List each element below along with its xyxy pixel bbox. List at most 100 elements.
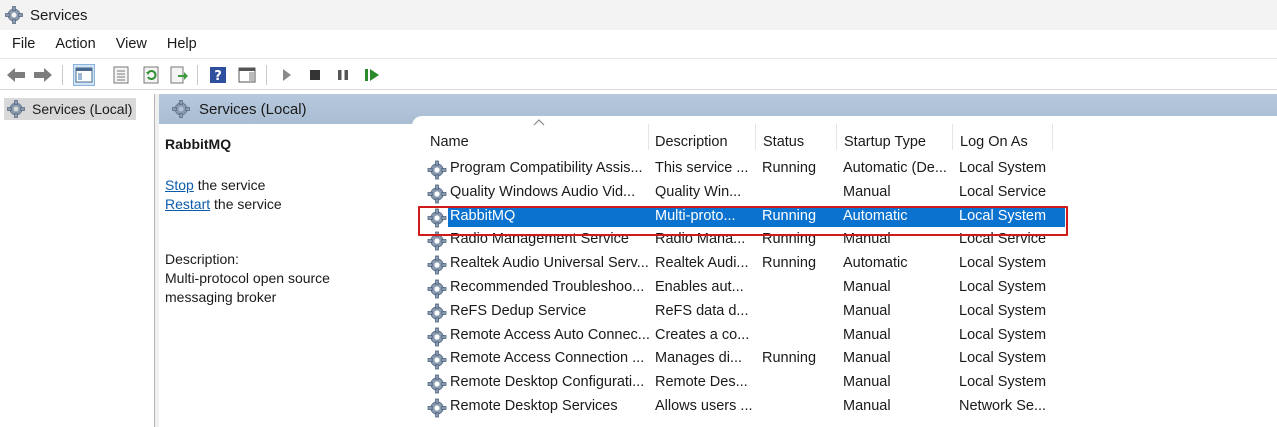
- table-row[interactable]: Remote Access Connection ... Manages di..…: [426, 348, 1066, 372]
- export-list-icon[interactable]: [168, 64, 190, 86]
- column-divider[interactable]: [1052, 124, 1053, 150]
- service-name-cell: Remote Desktop Configurati...: [450, 374, 645, 391]
- menu-action[interactable]: Action: [55, 36, 95, 52]
- service-description-cell: ReFS data d...: [655, 302, 749, 319]
- forward-arrow-icon[interactable]: [32, 64, 54, 86]
- stop-service-icon[interactable]: [304, 64, 326, 86]
- service-name-cell: Remote Desktop Services: [450, 398, 618, 414]
- service-description-cell: Remote Des...: [655, 374, 748, 391]
- service-name-cell: ReFS Dedup Service: [450, 302, 587, 319]
- service-logon-cell: Local System: [959, 279, 1047, 295]
- service-startup-type-cell: Automatic: [843, 255, 908, 272]
- service-logon-cell: Network Se...: [959, 398, 1047, 414]
- table-row[interactable]: Recommended Troubleshoo... Enables aut...…: [426, 277, 1066, 301]
- column-divider[interactable]: [755, 124, 756, 150]
- show-action-pane-icon[interactable]: [236, 64, 258, 86]
- restart-service-link[interactable]: Restart: [165, 196, 210, 212]
- service-description-cell: Allows users ...: [655, 398, 753, 414]
- pane-header-title: Services (Local): [199, 100, 307, 118]
- restart-service-icon[interactable]: [361, 64, 383, 86]
- service-description-cell: Quality Win...: [655, 183, 742, 200]
- restart-service-suffix: the service: [210, 196, 282, 212]
- toolbar-separator: [266, 65, 267, 85]
- table-row[interactable]: Realtek Audio Universal Serv... Realtek A…: [426, 253, 1066, 277]
- tree-item-label: Services (Local): [32, 101, 133, 117]
- service-gear-icon: [427, 350, 447, 370]
- service-gear-icon: [427, 255, 447, 275]
- menu-file[interactable]: File: [12, 36, 35, 52]
- back-arrow-icon[interactable]: [5, 64, 27, 86]
- restart-service-line: Restart the service: [165, 196, 282, 212]
- service-gear-icon: [427, 279, 447, 299]
- service-logon-cell: Local System: [959, 160, 1047, 176]
- service-status-cell: Running: [762, 160, 817, 176]
- service-startup-type-cell: Automatic (De...: [843, 160, 947, 176]
- menu-help[interactable]: Help: [167, 36, 197, 52]
- description-text-line1: Multi-protocol open source: [165, 270, 330, 286]
- service-gear-icon: [427, 327, 447, 346]
- service-startup-type-cell: Manual: [843, 398, 891, 414]
- show-hide-console-tree-icon[interactable]: [73, 64, 95, 86]
- service-gear-icon: [427, 160, 447, 180]
- service-description-cell: Realtek Audi...: [655, 255, 749, 272]
- console-tree: Services (Local): [0, 94, 155, 427]
- toolbar-separator: [62, 65, 63, 85]
- service-description-cell: This service ...: [655, 160, 749, 176]
- column-divider[interactable]: [648, 124, 649, 150]
- table-row[interactable]: Remote Desktop Services Allows users ... M…: [426, 396, 1066, 420]
- selected-service-name: RabbitMQ: [165, 136, 232, 152]
- service-logon-cell: Local System: [959, 374, 1047, 391]
- services-list: Name Description Status Startup Type Log…: [412, 116, 1277, 427]
- table-row[interactable]: Remote Access Auto Connec... Creates a co…: [426, 325, 1066, 349]
- window-title: Services: [30, 6, 88, 24]
- service-description-cell: Creates a co...: [655, 326, 750, 343]
- service-name-cell: Remote Access Auto Connec...: [450, 326, 650, 343]
- title-bar: Services: [0, 0, 1277, 30]
- column-header-startup-type[interactable]: Startup Type: [844, 134, 926, 150]
- help-icon[interactable]: ?: [207, 64, 229, 86]
- service-startup-type-cell: Manual: [843, 326, 891, 343]
- column-header-description[interactable]: Description: [655, 134, 728, 150]
- service-gear-icon: [427, 184, 447, 204]
- service-status-cell: Running: [762, 255, 817, 272]
- service-description-cell: Manages di...: [655, 350, 743, 367]
- service-logon-cell: Local System: [959, 302, 1047, 319]
- service-description-cell: Enables aut...: [655, 279, 744, 295]
- description-text-line2: messaging broker: [165, 289, 277, 305]
- stop-service-suffix: the service: [193, 177, 266, 193]
- service-gear-icon: [427, 398, 447, 418]
- services-pane: Services (Local) RabbitMQ Stop the servi…: [159, 94, 1277, 427]
- description-label: Description:: [165, 251, 239, 267]
- stop-service-link[interactable]: Stop: [165, 177, 194, 193]
- table-row[interactable]: ReFS Dedup Service ReFS data d... Manual Lo…: [426, 301, 1066, 325]
- service-logon-cell: Local System: [959, 326, 1047, 343]
- column-divider[interactable]: [836, 124, 837, 150]
- tree-item-services-local[interactable]: Services (Local): [4, 98, 137, 120]
- service-name-cell: Quality Windows Audio Vid...: [450, 183, 636, 200]
- table-row[interactable]: Program Compatibility Assis... This servi…: [426, 158, 1066, 182]
- start-service-icon[interactable]: [276, 64, 298, 86]
- services-gear-icon: [5, 6, 23, 24]
- pause-service-icon[interactable]: [332, 64, 354, 86]
- toolbar-separator: [197, 65, 198, 85]
- service-name-cell: Recommended Troubleshoo...: [450, 279, 645, 295]
- service-status-cell: Running: [762, 350, 817, 367]
- services-gear-icon: [172, 100, 190, 118]
- stop-service-line: Stop the service: [165, 177, 265, 193]
- toolbar: ?: [0, 58, 1277, 90]
- menu-view[interactable]: View: [116, 36, 147, 52]
- refresh-icon[interactable]: [140, 64, 162, 86]
- column-header-log-on-as[interactable]: Log On As: [960, 134, 1028, 150]
- service-name-cell: Program Compatibility Assis...: [450, 160, 643, 176]
- column-header-name[interactable]: Name: [430, 134, 469, 150]
- service-name-cell: Realtek Audio Universal Serv...: [450, 255, 649, 272]
- column-divider[interactable]: [952, 124, 953, 150]
- properties-icon[interactable]: [110, 64, 132, 86]
- service-logon-cell: Local Service: [959, 183, 1047, 200]
- column-header-status[interactable]: Status: [763, 134, 804, 150]
- service-gear-icon: [427, 303, 447, 323]
- menu-bar: File Action View Help: [0, 30, 1277, 58]
- table-row[interactable]: Remote Desktop Configurati... Remote Des.…: [426, 372, 1066, 396]
- table-row[interactable]: Quality Windows Audio Vid... Quality Win.…: [426, 182, 1066, 206]
- service-startup-type-cell: Manual: [843, 183, 891, 200]
